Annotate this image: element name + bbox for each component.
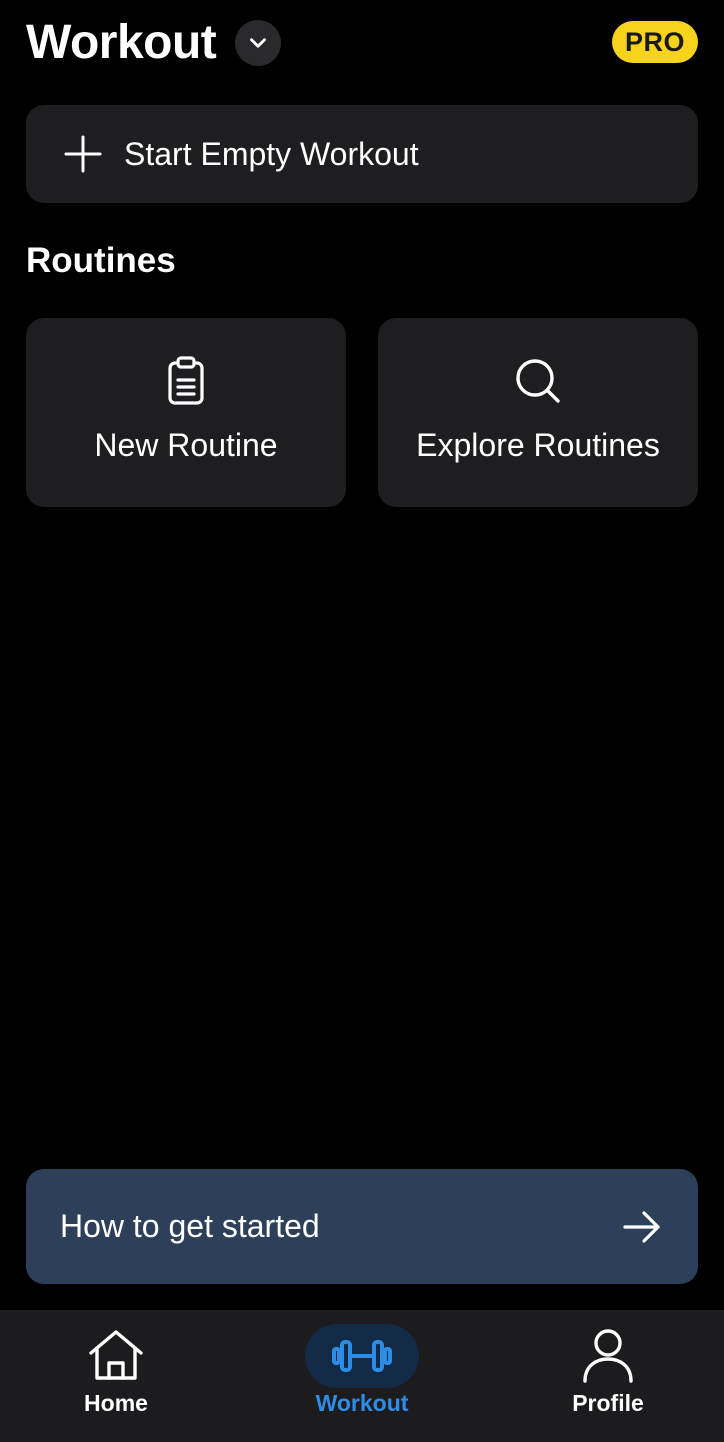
pro-badge[interactable]: PRO [612, 21, 698, 63]
explore-routines-card[interactable]: Explore Routines [378, 318, 698, 507]
new-routine-card[interactable]: New Routine [26, 318, 346, 507]
nav-item-workout[interactable]: Workout [282, 1310, 442, 1442]
home-icon [59, 1324, 173, 1388]
routines-section-title: Routines [26, 241, 176, 280]
nav-item-profile-label: Profile [572, 1390, 644, 1416]
page-title: Workout [26, 16, 217, 69]
bottom-navigation: Home Workout Profile [0, 1310, 724, 1442]
chevron-down-icon [250, 38, 266, 48]
arrow-right-icon [623, 1211, 660, 1243]
user-icon [551, 1324, 665, 1388]
workout-screen: Workout PRO Start Empty Workout Routines [0, 0, 724, 1442]
start-empty-workout-label: Start Empty Workout [124, 135, 419, 172]
nav-item-home-label: Home [84, 1390, 148, 1416]
search-icon [378, 356, 698, 406]
plus-icon [64, 135, 102, 173]
how-to-get-started-banner[interactable]: How to get started [26, 1169, 698, 1284]
nav-item-workout-label: Workout [315, 1390, 409, 1416]
nav-item-home[interactable]: Home [36, 1310, 196, 1442]
clipboard-icon [26, 356, 346, 406]
title-dropdown-button[interactable] [235, 20, 281, 66]
new-routine-label: New Routine [94, 427, 278, 463]
how-to-get-started-label: How to get started [60, 1208, 320, 1244]
explore-routines-label: Explore Routines [416, 427, 660, 463]
nav-item-profile[interactable]: Profile [528, 1310, 688, 1442]
start-empty-workout-button[interactable]: Start Empty Workout [26, 105, 698, 203]
dumbbell-icon [305, 1324, 419, 1388]
header: Workout PRO [26, 14, 698, 72]
